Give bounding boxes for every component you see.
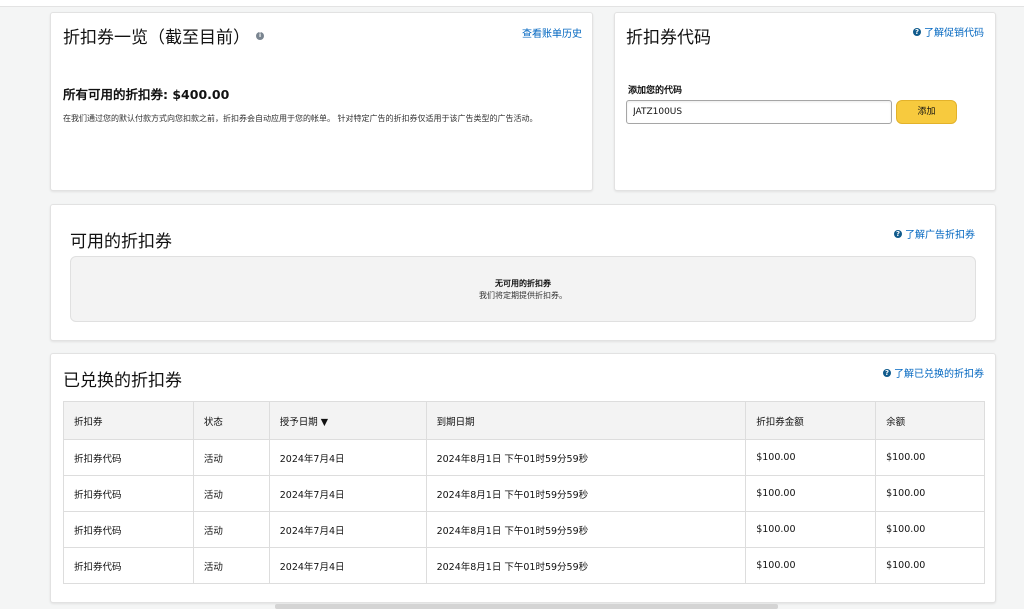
cell-amount: $100.00: [745, 439, 877, 476]
cell-granted-date: 2024年7月4日: [268, 475, 427, 512]
coupon-code-input[interactable]: [626, 100, 892, 124]
cell-granted-date: 2024年7月4日: [268, 547, 427, 584]
cell-balance: $100.00: [875, 511, 985, 548]
cell-granted-date: 2024年7月4日: [268, 511, 427, 548]
redeemed-coupons-card: 已兑换的折扣券 ? 了解已兑换的折扣券 折扣券 状态 授予日期 ▼ 到期日期 折扣…: [50, 353, 996, 603]
learn-ad-coupons-link[interactable]: ? 了解广告折扣券: [894, 226, 975, 241]
coupon-code-card: 折扣券代码 ?了解促销代码 添加您的代码 添加: [614, 12, 996, 191]
table-row: 折扣券代码 活动 2024年7月4日 2024年8月1日 下午01时59分59秒…: [63, 511, 985, 548]
column-header-coupon: 折扣券: [63, 401, 194, 440]
cell-balance: $100.00: [875, 439, 985, 476]
table-row: 折扣券代码 活动 2024年7月4日 2024年8月1日 下午01时59分59秒…: [63, 439, 985, 476]
code-card-title: 折扣券代码: [626, 28, 711, 48]
cell-amount: $100.00: [745, 475, 877, 512]
page: 折扣券一览（截至目前） i 查看账单历史 所有可用的折扣券: $400.00 在我…: [0, 0, 1024, 609]
learn-redeemed-coupons-link[interactable]: ? 了解已兑换的折扣券: [883, 365, 984, 380]
cell-expiry-date: 2024年8月1日 下午01时59分59秒: [425, 475, 747, 512]
cell-coupon: 折扣券代码: [63, 511, 194, 548]
available-title: 可用的折扣券: [70, 232, 172, 252]
cell-status: 活动: [192, 511, 270, 548]
column-header-amount: 折扣券金额: [745, 401, 877, 440]
available-coupons-card: 可用的折扣券 ? 了解广告折扣券 无可用的折扣券 我们将定期提供折扣券。: [50, 204, 996, 341]
table-row: 折扣券代码 活动 2024年7月4日 2024年8月1日 下午01时59分59秒…: [63, 475, 985, 512]
cell-coupon: 折扣券代码: [63, 439, 194, 476]
coupon-summary-card: 折扣券一览（截至目前） i 查看账单历史 所有可用的折扣券: $400.00 在我…: [50, 12, 593, 191]
summary-title: 折扣券一览（截至目前） i: [63, 23, 264, 48]
billing-history-link[interactable]: 查看账单历史: [522, 25, 582, 40]
learn-promo-code-link[interactable]: ? 了解促销代码: [913, 24, 984, 39]
summary-description: 在我们通过您的默认付款方式向您扣款之前，折扣券会自动应用于您的帐单。 针对特定广…: [63, 114, 538, 123]
cell-granted-date: 2024年7月4日: [268, 439, 427, 476]
help-circle-icon: ?: [913, 27, 921, 36]
total-available: 所有可用的折扣券: $400.00: [63, 87, 230, 102]
redeemed-table: 折扣券 状态 授予日期 ▼ 到期日期 折扣券金额 余额 折扣券代码 活动 202…: [63, 401, 985, 584]
table-row: 折扣券代码 活动 2024年7月4日 2024年8月1日 下午01时59分59秒…: [63, 547, 985, 584]
cell-status: 活动: [192, 475, 270, 512]
table-header-row: 折扣券 状态 授予日期 ▼ 到期日期 折扣券金额 余额: [63, 401, 985, 440]
cell-expiry-date: 2024年8月1日 下午01时59分59秒: [425, 439, 747, 476]
add-code-button[interactable]: 添加: [896, 100, 957, 124]
column-header-status: 状态: [192, 401, 270, 440]
column-header-balance: 余额: [875, 401, 985, 440]
horizontal-scrollbar[interactable]: [275, 604, 778, 609]
cell-coupon: 折扣券代码: [63, 547, 194, 584]
cell-amount: $100.00: [745, 511, 877, 548]
empty-state-subtitle: 我们将定期提供折扣券。: [479, 291, 567, 300]
info-icon[interactable]: i: [256, 32, 264, 40]
cell-coupon: 折扣券代码: [63, 475, 194, 512]
cell-status: 活动: [192, 547, 270, 584]
cell-expiry-date: 2024年8月1日 下午01时59分59秒: [425, 511, 747, 548]
redeemed-title: 已兑换的折扣券: [63, 371, 182, 391]
help-circle-icon: ?: [883, 368, 891, 377]
top-bar: [0, 0, 1024, 7]
empty-state: 无可用的折扣券 我们将定期提供折扣券。: [70, 256, 976, 322]
cell-balance: $100.00: [875, 475, 985, 512]
cell-balance: $100.00: [875, 547, 985, 584]
add-code-label: 添加您的代码: [628, 86, 683, 96]
empty-state-title: 无可用的折扣券: [495, 279, 551, 288]
column-header-expiry-date: 到期日期: [425, 401, 747, 440]
column-header-granted-date[interactable]: 授予日期 ▼: [268, 401, 427, 440]
help-circle-icon: ?: [894, 229, 902, 238]
cell-expiry-date: 2024年8月1日 下午01时59分59秒: [425, 547, 747, 584]
cell-status: 活动: [192, 439, 270, 476]
cell-amount: $100.00: [745, 547, 877, 584]
